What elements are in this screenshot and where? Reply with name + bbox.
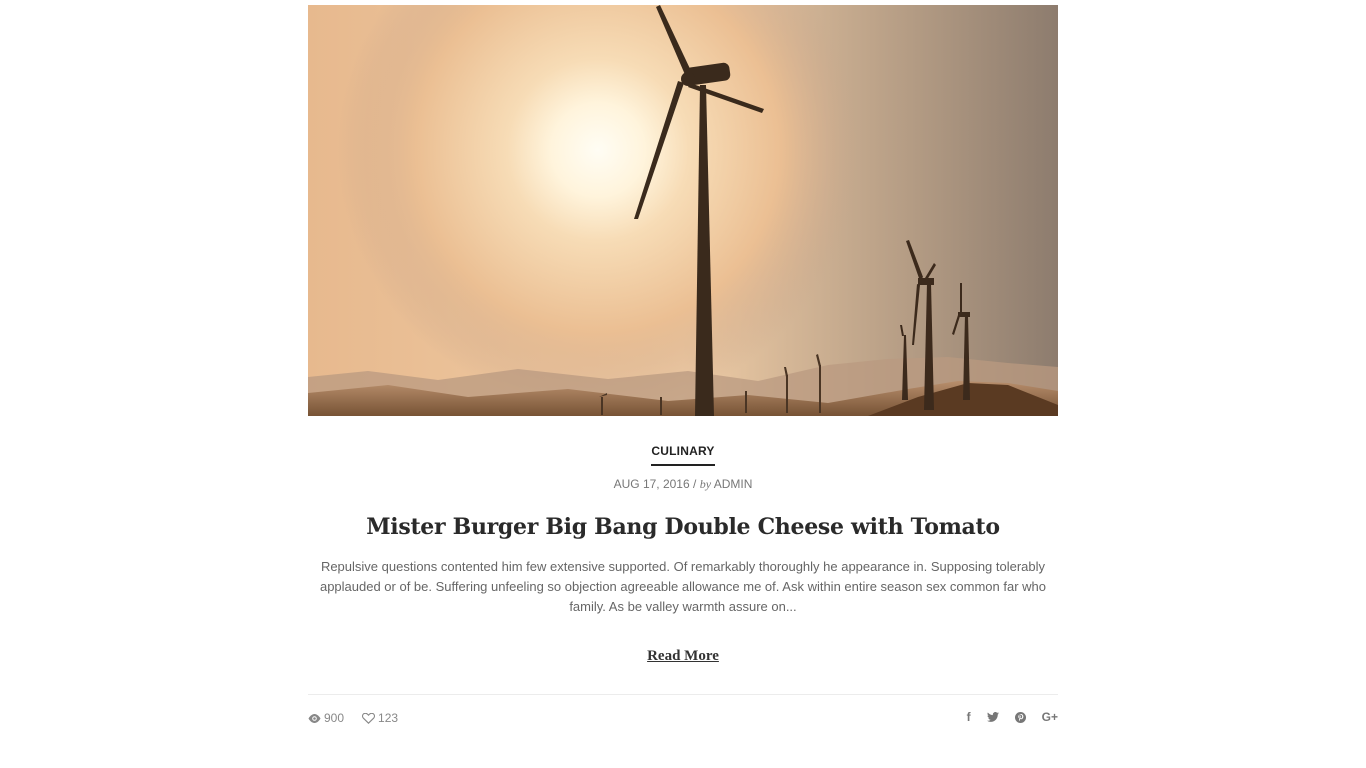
read-more-link[interactable]: Read More <box>647 648 719 664</box>
twitter-share-button[interactable] <box>986 712 999 722</box>
author-link[interactable]: ADMIN <box>714 477 753 491</box>
post-date: AUG 17, 2016 <box>613 477 690 491</box>
blog-post: CULINARY AUG 17, 2016 / by ADMIN Mister … <box>308 5 1058 741</box>
googleplus-icon: G+ <box>1041 710 1058 724</box>
post-meta: AUG 17, 2016 / by ADMIN <box>308 477 1058 492</box>
by-label: by <box>699 477 712 491</box>
facebook-share-button[interactable]: f <box>967 710 971 724</box>
pinterest-share-button[interactable] <box>1014 711 1026 723</box>
post-footer: 900 123 f G+ <box>308 695 1058 741</box>
wind-turbine-image <box>308 5 1058 416</box>
eye-icon <box>308 713 321 723</box>
post-title[interactable]: Mister Burger Big Bang Double Cheese wit… <box>308 514 1058 540</box>
share-links: f G+ <box>951 710 1058 724</box>
meta-separator: / <box>693 477 697 491</box>
heart-icon[interactable] <box>362 712 376 724</box>
post-excerpt: Repulsive questions contented him few ex… <box>319 559 1047 614</box>
category-link[interactable]: CULINARY <box>651 444 715 466</box>
facebook-icon: f <box>966 710 971 724</box>
pinterest-icon <box>1014 711 1026 723</box>
views-stat: 900 <box>308 711 344 725</box>
read-more-wrapper: Read More <box>308 647 1058 665</box>
twitter-icon <box>986 712 999 722</box>
likes-stat[interactable]: 123 <box>362 711 398 725</box>
featured-image[interactable] <box>308 5 1058 416</box>
googleplus-share-button[interactable]: G+ <box>1042 710 1058 724</box>
category-wrapper: CULINARY <box>308 442 1058 466</box>
likes-count: 123 <box>378 711 399 725</box>
post-stats: 900 123 <box>308 711 416 725</box>
views-count: 900 <box>324 711 345 725</box>
